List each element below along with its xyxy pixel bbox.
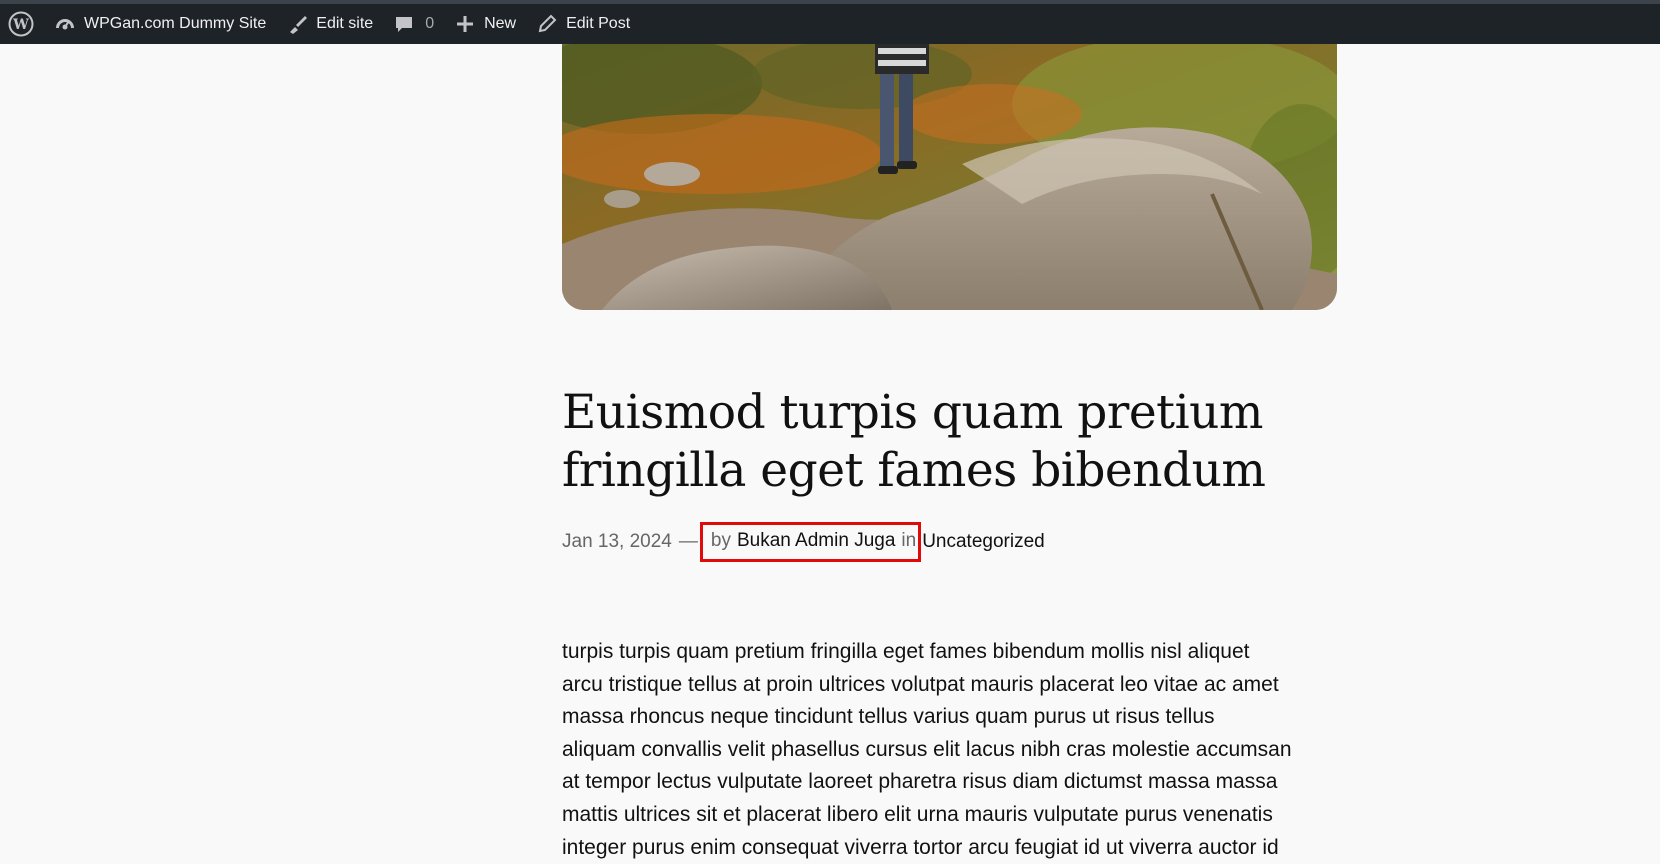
body-text-line: turpis turpis quam pretium fringilla ege… (562, 640, 1250, 663)
site-name-label: WPGan.com Dummy Site (84, 15, 267, 32)
post-meta: Jan 13, 2024 — by Bukan Admin Juga in Un… (562, 522, 1045, 562)
post-date[interactable]: Jan 13, 2024 (562, 531, 672, 553)
pencil-icon (536, 13, 558, 35)
post-title: Euismod turpis quam pretium fringilla eg… (562, 384, 1322, 500)
comment-bubble-icon (393, 13, 415, 35)
svg-text:W: W (12, 17, 29, 33)
new-label: New (484, 15, 517, 32)
in-label: in (901, 530, 917, 551)
body-text-line: arcu tristique tellus at proin ultrices … (562, 672, 1279, 696)
body-text-line: aliquam convallis velit phasellus cursus… (562, 737, 1292, 761)
brush-icon (286, 13, 308, 35)
edit-site-link[interactable]: Edit site (276, 4, 383, 44)
comments-link[interactable]: 0 (383, 4, 444, 44)
wordpress-logo-menu[interactable]: W (0, 4, 44, 44)
comments-count: 0 (425, 15, 435, 32)
body-text-line: at tempor lectus vulputate laoreet phare… (562, 770, 1278, 794)
body-text-line: integer purus enim consequat viverra tor… (562, 835, 1279, 859)
author-highlight-box: by Bukan Admin Juga in (699, 522, 922, 562)
by-label: by (710, 530, 731, 551)
edit-post-link[interactable]: Edit Post (526, 4, 640, 44)
post-title-line-2: fringilla eget fames bibendum (562, 443, 1266, 498)
post-author-link[interactable]: Bukan Admin Juga (737, 530, 895, 552)
wordpress-logo-icon: W (8, 11, 34, 37)
body-text-line: massa rhoncus neque tincidunt tellus var… (562, 705, 1215, 729)
site-name-menu[interactable]: WPGan.com Dummy Site (44, 4, 276, 44)
admin-bar: W WPGan.com Dummy Site Edit site 0 New E… (0, 0, 1660, 44)
post-category-link[interactable]: Uncategorized (922, 531, 1045, 553)
edit-post-label: Edit Post (566, 15, 631, 32)
post-title-line-1: Euismod turpis quam pretium (562, 385, 1263, 440)
new-content-menu[interactable]: New (444, 4, 526, 44)
dashboard-gauge-icon (54, 13, 76, 35)
featured-image (562, 44, 1337, 310)
edit-site-label: Edit site (316, 15, 374, 32)
body-text-line: mattis ultrices sit et placerat libero e… (562, 802, 1273, 826)
meta-separator: — (678, 531, 698, 552)
post-content: turpis turpis quam pretium fringilla ege… (562, 636, 1342, 864)
plus-icon (454, 13, 476, 35)
